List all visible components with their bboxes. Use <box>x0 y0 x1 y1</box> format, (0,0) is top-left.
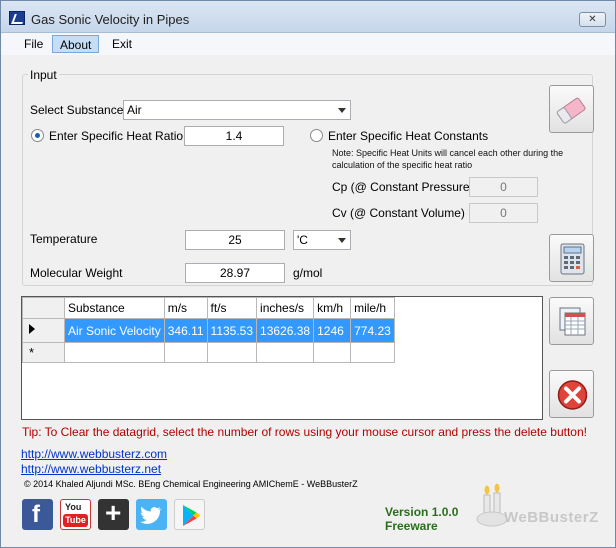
cell-mileh[interactable]: 774.23 <box>350 318 395 343</box>
link-webbusterz-com[interactable]: http://www.webbusterz.com <box>21 447 167 461</box>
menu-exit[interactable]: Exit <box>105 35 139 53</box>
copyright-text: © 2014 Khaled Aljundi MSc. BEng Chemical… <box>24 479 358 489</box>
spreadsheet-icon <box>559 307 586 336</box>
play-store-icon <box>183 505 201 526</box>
column-header-inches[interactable]: inches/s <box>256 297 315 319</box>
cell-inches[interactable]: 13626.38 <box>256 318 315 343</box>
row-header-current[interactable] <box>22 318 65 343</box>
menu-bar: File About Exit <box>1 33 615 55</box>
twitter-bird-icon <box>139 506 162 524</box>
new-cell[interactable] <box>163 342 208 363</box>
input-group-label: Input <box>28 68 59 82</box>
tip-text: Tip: To Clear the datagrid, select the n… <box>22 425 587 439</box>
mw-input[interactable]: 28.97 <box>185 263 285 283</box>
new-row-marker: * <box>22 342 65 363</box>
google-plus-icon[interactable]: + <box>98 497 129 530</box>
close-circle-icon <box>557 380 588 410</box>
eraser-icon <box>556 97 586 124</box>
constants-radio[interactable] <box>310 129 323 142</box>
new-cell[interactable] <box>206 342 258 363</box>
results-table: Substance m/s ft/s inches/s km/h mile/h … <box>22 297 395 363</box>
new-cell[interactable] <box>256 342 315 363</box>
facebook-icon[interactable]: f <box>22 499 53 530</box>
constants-option-label[interactable]: Enter Specific Heat Constants <box>328 129 488 143</box>
exit-app-button[interactable] <box>549 370 594 418</box>
calculate-button[interactable] <box>549 234 594 282</box>
column-header-kmh[interactable]: km/h <box>313 297 352 319</box>
column-header-ms[interactable]: m/s <box>163 297 208 319</box>
license-label: Freeware <box>385 519 438 533</box>
column-header-fts[interactable]: ft/s <box>206 297 258 319</box>
version-label: Version 1.0.0 <box>385 505 459 519</box>
cv-input[interactable]: 0 <box>469 203 538 223</box>
cell-kmh[interactable]: 1246 <box>313 318 352 343</box>
new-cell[interactable] <box>350 342 395 363</box>
youtube-icon[interactable]: You Tube <box>60 499 91 530</box>
youtube-text-top: You <box>65 502 82 512</box>
cp-label: Cp (@ Constant Pressure) <box>332 180 474 194</box>
ratio-radio[interactable] <box>31 129 44 142</box>
table-row[interactable]: Air Sonic Velocity 346.11 1135.53 13626.… <box>22 318 395 343</box>
clear-inputs-button[interactable] <box>549 85 594 133</box>
column-header-substance[interactable]: Substance <box>64 297 165 319</box>
chevron-down-icon <box>338 238 346 243</box>
mw-label: Molecular Weight <box>30 266 123 280</box>
ratio-input[interactable]: 1.4 <box>184 126 284 146</box>
app-window: Gas Sonic Velocity in Pipes ✕ File About… <box>0 0 616 548</box>
google-play-icon[interactable] <box>174 499 205 530</box>
table-header-row: Substance m/s ft/s inches/s km/h mile/h <box>22 297 395 319</box>
column-header-mileh[interactable]: mile/h <box>350 297 395 319</box>
new-cell[interactable] <box>313 342 352 363</box>
cell-substance[interactable]: Air Sonic Velocity <box>64 318 165 343</box>
cv-label: Cv (@ Constant Volume) <box>332 206 465 220</box>
webbusterz-logo-text: WeBBusterZ <box>504 509 599 526</box>
window-title: Gas Sonic Velocity in Pipes <box>31 12 190 27</box>
menu-about[interactable]: About <box>52 35 100 53</box>
substance-label: Select Substance <box>30 103 124 117</box>
cell-ms[interactable]: 346.11 <box>163 318 208 343</box>
calculator-icon <box>560 243 585 275</box>
app-logo-icon <box>9 11 25 25</box>
link-webbusterz-net[interactable]: http://www.webbusterz.net <box>21 462 161 476</box>
cell-fts[interactable]: 1135.53 <box>206 318 258 343</box>
new-cell[interactable] <box>64 342 165 363</box>
substance-select-value: Air <box>127 103 142 117</box>
chevron-down-icon <box>338 108 346 113</box>
row-header-corner <box>22 297 65 319</box>
temperature-label: Temperature <box>30 232 98 246</box>
temperature-input[interactable]: 25 <box>185 230 285 250</box>
new-row[interactable]: * <box>22 342 395 363</box>
temperature-unit-select[interactable]: 'C <box>293 230 351 250</box>
ratio-option-label[interactable]: Enter Specific Heat Ratio <box>49 129 183 143</box>
facebook-glyph: f <box>32 501 40 528</box>
specific-heat-note: Note: Specific Heat Units will cancel ea… <box>332 148 564 170</box>
temperature-unit-value: 'C <box>297 233 308 247</box>
close-button[interactable]: ✕ <box>579 12 606 27</box>
results-datagrid[interactable]: Substance m/s ft/s inches/s km/h mile/h … <box>21 296 543 420</box>
current-row-arrow-icon <box>29 324 35 334</box>
copy-table-button[interactable] <box>549 297 594 345</box>
twitter-icon[interactable] <box>136 499 167 530</box>
substance-select[interactable]: Air <box>123 100 351 120</box>
cp-input[interactable]: 0 <box>469 177 538 197</box>
mw-unit-label: g/mol <box>293 266 323 280</box>
google-plus-glyph: + <box>105 497 122 528</box>
youtube-text-bottom: Tube <box>63 514 88 527</box>
title-bar[interactable]: Gas Sonic Velocity in Pipes ✕ <box>1 1 615 33</box>
menu-file[interactable]: File <box>17 35 50 53</box>
